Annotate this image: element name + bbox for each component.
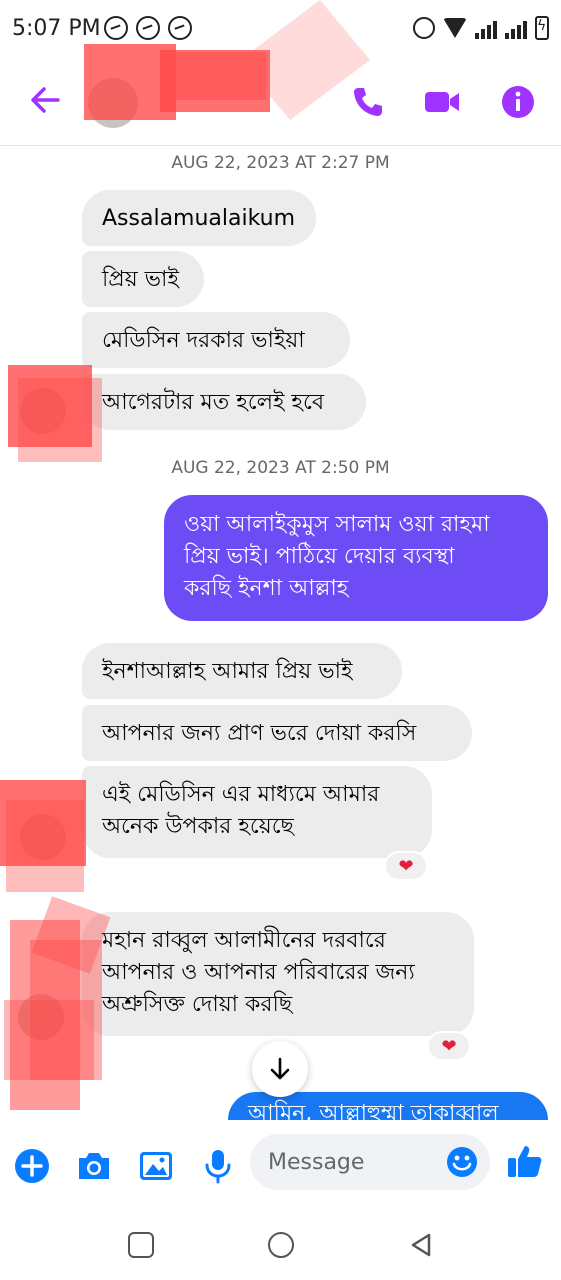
messenger-icon [136, 16, 160, 40]
lte-signal-icon [475, 17, 497, 39]
incoming-message-bubble[interactable]: মেডিসিন দরকার ভাইয়া [82, 312, 350, 368]
emoji-icon[interactable] [446, 1146, 478, 1178]
chat-header [0, 0, 561, 146]
video-camera-icon[interactable] [424, 84, 460, 120]
plus-icon[interactable] [12, 1146, 52, 1186]
incoming-message-bubble[interactable]: Assalamualaikum [82, 190, 316, 246]
microphone-icon[interactable] [198, 1146, 238, 1186]
phone-icon[interactable] [350, 84, 386, 120]
notification-icons [104, 16, 192, 40]
arrow-down-icon [270, 1057, 290, 1080]
composer-bar [0, 1120, 561, 1214]
incoming-message-bubble[interactable]: মহান রাব্বুল আলামীনের দরবারে আপনার ও আপন… [82, 912, 474, 1036]
heart-reaction-icon[interactable]: ❤ [384, 851, 428, 881]
system-icons [413, 16, 549, 40]
system-nav-bar [0, 1214, 561, 1280]
redaction-overlay [240, 0, 370, 120]
incoming-message-bubble[interactable]: আগেরটার মত হলেই হবে [82, 374, 366, 430]
incoming-message-bubble[interactable]: ইনশাআল্লাহ আমার প্রিয় ভাই [82, 643, 402, 699]
outgoing-message-bubble[interactable]: ওয়া আলাইকুমুস সালাম ওয়া রাহমা প্রিয় ভ… [164, 495, 548, 621]
message-timestamp: AUG 22, 2023 AT 2:27 PM [171, 153, 390, 173]
whatsapp-icon [168, 16, 192, 40]
message-input[interactable] [268, 1148, 438, 1176]
battery-charging-icon [535, 16, 549, 40]
incoming-message-bubble[interactable]: আপনার জন্য প্রাণ ভরে দোয়া করসি [82, 705, 472, 761]
home-icon[interactable] [268, 1232, 294, 1258]
wifi-icon [443, 18, 467, 38]
scroll-to-bottom-button[interactable] [252, 1041, 308, 1097]
back-arrow-icon[interactable] [26, 80, 66, 120]
heart-reaction-icon[interactable]: ❤ [427, 1031, 471, 1061]
recent-apps-icon[interactable] [128, 1232, 154, 1258]
back-icon[interactable] [408, 1232, 434, 1258]
info-icon[interactable] [500, 84, 536, 120]
incoming-message-bubble[interactable]: এই মেডিসিন এর মাধ্যমে আমার অনেক উপকার হয… [82, 766, 432, 858]
gallery-icon[interactable] [136, 1146, 176, 1186]
status-time: 5:07 PM [12, 16, 101, 41]
incoming-message-bubble[interactable]: প্রিয় ভাই [82, 251, 204, 307]
camera-icon[interactable] [74, 1146, 114, 1186]
alarm-icon [413, 17, 435, 39]
thumbs-up-icon[interactable] [506, 1142, 544, 1180]
messenger-icon [104, 16, 128, 40]
lte-signal-icon [505, 17, 527, 39]
message-input-container[interactable] [250, 1134, 490, 1190]
